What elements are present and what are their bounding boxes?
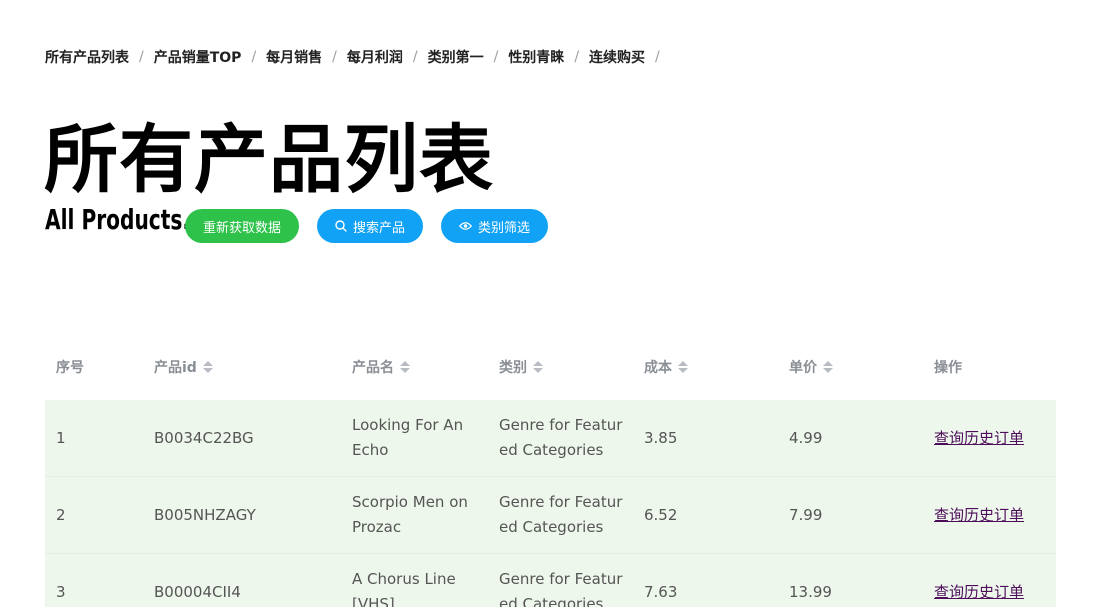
sort-icon[interactable] bbox=[823, 361, 833, 373]
cell-category: Genre for Featured Categories bbox=[499, 570, 623, 607]
cell-price: 13.99 bbox=[789, 582, 832, 601]
breadcrumb-separator: / bbox=[655, 49, 660, 65]
search-products-label: 搜索产品 bbox=[352, 220, 405, 236]
header-product-id: 产品id bbox=[143, 357, 341, 377]
cell-index: 2 bbox=[56, 505, 66, 524]
cell-action: 查询历史订单 bbox=[923, 580, 1056, 605]
cell-price: 7.99 bbox=[789, 505, 823, 524]
breadcrumb: 所有产品列表 / 产品销量TOP / 每月销售 / 每月利润 / 类别第一 / … bbox=[45, 46, 670, 68]
products-table: 序号 产品id 产品名 类别 成本 单价 操作 1 B0034C22BG Loo… bbox=[45, 348, 1056, 607]
table-body: 1 B0034C22BG Looking For An Echo Genre f… bbox=[45, 400, 1056, 607]
cell-category: Genre for Featured Categories bbox=[499, 493, 623, 536]
table-row: 1 B0034C22BG Looking For An Echo Genre f… bbox=[45, 400, 1056, 477]
refresh-data-button[interactable]: 重新获取数据 bbox=[185, 209, 299, 243]
cell-action: 查询历史订单 bbox=[923, 503, 1056, 528]
eye-icon bbox=[458, 221, 472, 231]
order-history-link[interactable]: 查询历史订单 bbox=[934, 583, 1024, 601]
cell-product-id: B00004CII4 bbox=[154, 582, 241, 601]
cell-cost: 3.85 bbox=[644, 428, 678, 447]
breadcrumb-separator: / bbox=[139, 49, 144, 65]
header-category: 类别 bbox=[488, 357, 633, 377]
cell-cost: 7.63 bbox=[644, 582, 678, 601]
header-index: 序号 bbox=[56, 360, 84, 376]
breadcrumb-monthly-sales[interactable]: 每月销售 bbox=[266, 47, 322, 67]
sort-icon[interactable] bbox=[202, 361, 213, 373]
cell-action: 查询历史订单 bbox=[923, 426, 1056, 451]
sort-icon[interactable] bbox=[400, 361, 410, 373]
sort-icon[interactable] bbox=[533, 361, 543, 373]
search-icon bbox=[335, 220, 347, 232]
page-title: 所有产品列表 bbox=[44, 117, 494, 203]
cell-index: 1 bbox=[56, 428, 66, 447]
header-actions: 操作 bbox=[934, 360, 962, 376]
breadcrumb-monthly-profit[interactable]: 每月利润 bbox=[347, 47, 403, 67]
cell-cost: 6.52 bbox=[644, 505, 678, 524]
cell-product-name: Scorpio Men on Prozac bbox=[352, 493, 468, 536]
cell-index: 3 bbox=[56, 582, 66, 601]
breadcrumb-separator: / bbox=[332, 49, 337, 65]
breadcrumb-separator: / bbox=[493, 49, 499, 65]
breadcrumb-gender-favor[interactable]: 性别青睐 bbox=[508, 47, 564, 67]
breadcrumb-category-first[interactable]: 类别第一 bbox=[428, 47, 484, 67]
breadcrumb-repeat-purchase[interactable]: 连续购买 bbox=[589, 47, 645, 67]
breadcrumb-all-products[interactable]: 所有产品列表 bbox=[45, 47, 129, 67]
cell-product-id: B0034C22BG bbox=[154, 428, 254, 447]
category-filter-button[interactable]: 类别筛选 bbox=[441, 209, 548, 243]
table-header: 序号 产品id 产品名 类别 成本 单价 操作 bbox=[45, 348, 1056, 386]
header-price: 单价 bbox=[778, 357, 923, 377]
cell-product-id: B005NHZAGY bbox=[154, 505, 256, 524]
refresh-data-label: 重新获取数据 bbox=[202, 220, 281, 236]
category-filter-label: 类别筛选 bbox=[477, 220, 530, 236]
breadcrumb-separator: / bbox=[251, 49, 257, 65]
cell-product-name: A Chorus Line [VHS] bbox=[352, 570, 456, 607]
sort-icon[interactable] bbox=[678, 361, 688, 373]
order-history-link[interactable]: 查询历史订单 bbox=[934, 506, 1024, 524]
cell-price: 4.99 bbox=[789, 428, 823, 447]
header-product-name: 产品名 bbox=[341, 357, 488, 377]
cell-category: Genre for Featured Categories bbox=[499, 416, 623, 459]
table-row: 3 B00004CII4 A Chorus Line [VHS] Genre f… bbox=[45, 554, 1056, 607]
order-history-link[interactable]: 查询历史订单 bbox=[934, 429, 1024, 447]
header-cost: 成本 bbox=[633, 357, 778, 377]
breadcrumb-separator: / bbox=[412, 49, 418, 65]
cell-product-name: Looking For An Echo bbox=[352, 416, 464, 459]
page-subtitle: All Products. bbox=[45, 203, 191, 236]
table-row: 2 B005NHZAGY Scorpio Men on Prozac Genre… bbox=[45, 477, 1056, 554]
breadcrumb-sales-top[interactable]: 产品销量TOP bbox=[154, 47, 242, 67]
search-products-button[interactable]: 搜索产品 bbox=[317, 209, 423, 243]
breadcrumb-separator: / bbox=[574, 49, 580, 65]
